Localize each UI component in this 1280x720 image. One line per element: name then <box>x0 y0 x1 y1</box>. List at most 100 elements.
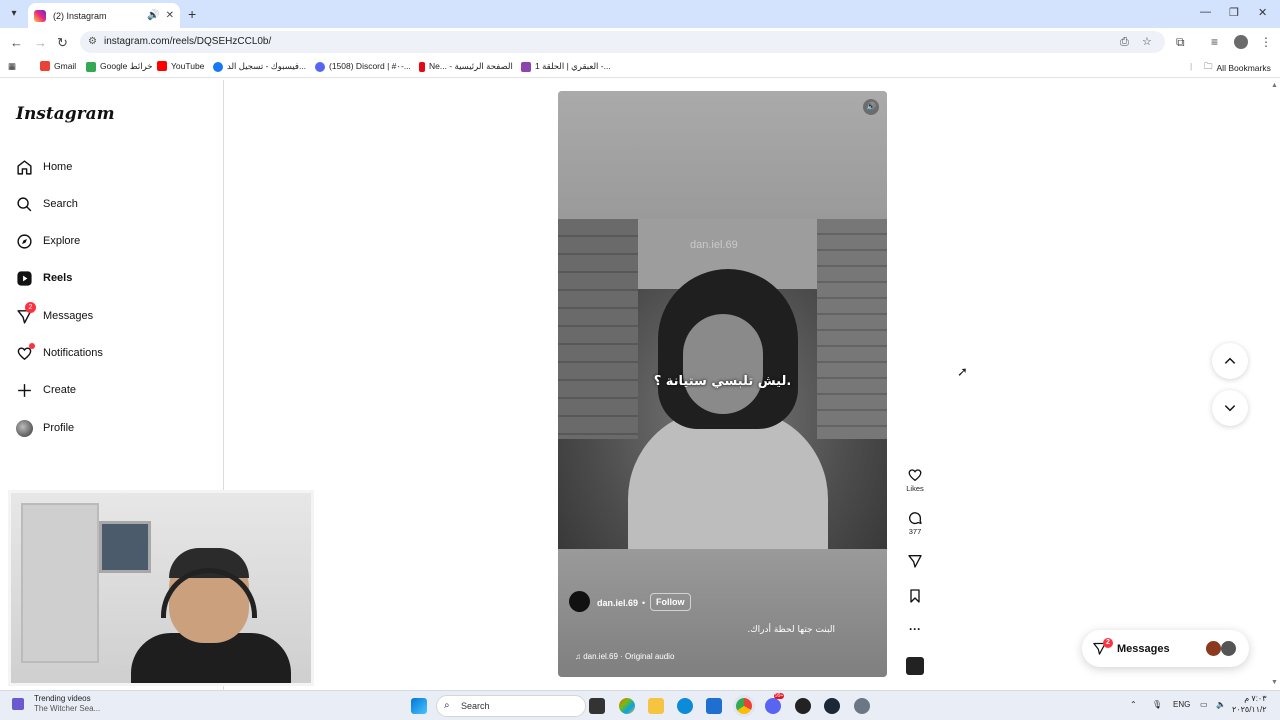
scroll-up-arrow-icon[interactable]: ▲ <box>1271 82 1278 89</box>
reel-audio[interactable]: ♫ dan.iel.69 · Original audio <box>575 652 674 661</box>
reel-video[interactable]: dan.iel.69 ليش تلبسي ستيانة ؟. <box>558 219 887 549</box>
windows-start-icon[interactable] <box>411 698 427 714</box>
address-bar-row: ← → ↻ ⚙ instagram.com/reels/DQSEHzCCL0b/… <box>0 28 1280 56</box>
bookmark-discord[interactable]: (1508) Discord | #٠-... <box>315 61 411 72</box>
webcam-overlay <box>8 490 314 686</box>
bookmarks-bar: ▦ Gmail Google خرائط YouTube فيسبوك - تس… <box>0 56 1280 78</box>
next-reel-button[interactable] <box>1212 390 1248 426</box>
chrome-icon[interactable] <box>736 698 752 714</box>
profile-avatar[interactable] <box>1234 35 1248 49</box>
settings-icon[interactable] <box>854 698 870 714</box>
tab-close-icon[interactable]: ✕ <box>166 10 174 21</box>
copilot-icon[interactable] <box>619 698 635 714</box>
store-icon[interactable] <box>706 698 722 714</box>
messages-pill[interactable]: 2 Messages <box>1082 630 1249 667</box>
scroll-down-arrow-icon[interactable]: ▼ <box>1271 679 1278 686</box>
bookmark-google-maps[interactable]: Google خرائط <box>86 61 153 72</box>
share-button[interactable] <box>905 553 925 569</box>
avatar <box>1221 641 1236 656</box>
nav-profile[interactable]: Profile <box>16 418 74 438</box>
back-button[interactable]: ← <box>10 35 23 50</box>
bookmark-star-icon[interactable]: ☆ <box>1142 31 1152 53</box>
taskbar-search[interactable]: ⌕ Search <box>436 695 586 717</box>
nav-messages[interactable]: 2 Messages <box>16 301 93 326</box>
messages-pill-label: Messages <box>1117 642 1170 655</box>
menu-icon[interactable]: ⋮ <box>1260 35 1272 49</box>
nav-explore[interactable]: Explore <box>16 231 80 251</box>
discord-icon <box>315 61 325 72</box>
previous-reel-button[interactable] <box>1212 343 1248 379</box>
reel-player[interactable]: 🔊 dan.iel.69 ليش تلبسي ستيانة ؟. dan.iel… <box>558 91 887 677</box>
send-icon <box>908 555 922 568</box>
reel-caption[interactable]: البنت جتها لحظة أدراك. <box>747 625 835 635</box>
nav-reels[interactable]: Reels <box>16 268 72 288</box>
tray-chevron-icon[interactable]: ⌃ <box>1130 700 1137 709</box>
volume-icon[interactable]: 🔊 <box>863 99 879 115</box>
network-icon[interactable]: ▭ <box>1200 700 1208 709</box>
bookmark-gmail[interactable]: Gmail <box>40 61 76 71</box>
bookmark-episode[interactable]: العبقري | الحلقة 1 -... <box>521 61 611 72</box>
audio-thumbnail[interactable] <box>906 657 924 675</box>
edge-icon[interactable] <box>677 698 693 714</box>
extensions-icon[interactable]: ⧉ <box>1176 35 1185 50</box>
reel-author-avatar[interactable] <box>569 591 590 612</box>
nav-reels-label: Reels <box>43 272 73 284</box>
url-text: instagram.com/reels/DQSEHzCCL0b/ <box>104 36 272 47</box>
install-app-icon[interactable]: ⎙ <box>1120 31 1129 53</box>
follow-button[interactable]: Follow <box>650 593 691 611</box>
restore-button[interactable]: ❐ <box>1229 6 1239 19</box>
new-tab-button[interactable]: + <box>188 6 196 22</box>
bookmark-netflix[interactable]: Ne... - الصفحة الرئيسية <box>419 61 513 72</box>
bookmark-youtube[interactable]: YouTube <box>157 61 204 71</box>
nav-notifications[interactable]: Notifications <box>16 342 103 363</box>
tab-search-icon[interactable]: ▾ <box>6 6 22 22</box>
windows-taskbar: Trending videos The Witcher Sea... ⌕ Sea… <box>0 690 1280 720</box>
save-button[interactable] <box>905 588 925 604</box>
news-widget[interactable]: Trending videos The Witcher Sea... <box>12 694 100 714</box>
system-clock[interactable]: ٧:٠٣ م ٢٠٢٥/١١/٢ <box>1232 693 1267 715</box>
news-subtitle: The Witcher Sea... <box>34 704 101 713</box>
nav-search[interactable]: Search <box>16 194 78 214</box>
video-watermark: dan.iel.69 <box>690 239 738 251</box>
chevron-up-icon <box>1224 357 1236 364</box>
messages-badge: 2 <box>25 301 36 313</box>
streamer <box>131 548 291 683</box>
site-info-icon[interactable]: ⚙ <box>88 31 97 53</box>
minimize-button[interactable]: — <box>1200 6 1211 18</box>
wall-picture <box>99 521 151 573</box>
file-explorer-icon[interactable] <box>648 698 664 714</box>
language-indicator[interactable]: ENG <box>1173 700 1190 709</box>
like-button[interactable]: Likes <box>905 467 925 493</box>
all-bookmarks-button[interactable]: 🗀 All Bookmarks <box>1204 61 1271 75</box>
app-icon[interactable] <box>795 698 811 714</box>
reload-button[interactable]: ↻ <box>57 35 68 51</box>
forward-button[interactable]: → <box>34 35 47 50</box>
browser-tab[interactable]: (2) Instagram 🔊 ✕ <box>28 3 180 28</box>
tab-title: (2) Instagram <box>53 10 107 21</box>
nav-create[interactable]: Create <box>16 380 76 400</box>
tab-audio-icon[interactable]: 🔊 <box>147 10 159 21</box>
url-field[interactable]: ⚙ instagram.com/reels/DQSEHzCCL0b/ ⎙ ☆ <box>80 31 1165 53</box>
video-subtitle: ليش تلبسي ستيانة ؟. <box>653 374 792 389</box>
task-view-icon[interactable] <box>589 698 605 714</box>
apps-grid-icon[interactable]: ▦ <box>8 61 16 72</box>
search-icon: ⌕ <box>444 700 450 711</box>
comment-button[interactable]: 377 <box>905 510 925 536</box>
instagram-favicon-icon <box>34 9 46 22</box>
nav-home[interactable]: Home <box>16 157 72 177</box>
microphone-icon[interactable]: 🎙 <box>1152 700 1162 709</box>
instagram-logo[interactable]: Instagram <box>16 104 115 124</box>
speaker-icon[interactable]: 🔈 <box>1216 700 1226 709</box>
more-options-icon[interactable]: ··· <box>905 622 925 636</box>
nav-explore-label: Explore <box>43 235 81 247</box>
discord-icon[interactable]: 99+ <box>765 693 785 714</box>
bookmark-facebook[interactable]: فيسبوك - تسجيل الد... <box>213 61 306 72</box>
news-title: Trending videos <box>34 694 91 703</box>
reel-username[interactable]: dan.iel.69 <box>597 598 638 608</box>
steam-icon[interactable] <box>824 698 840 714</box>
close-window-button[interactable]: ✕ <box>1258 6 1267 19</box>
music-note-icon: ♫ <box>575 652 584 661</box>
media-controls-icon[interactable]: ≡ <box>1211 35 1218 49</box>
avatar <box>1206 641 1221 656</box>
home-icon <box>17 159 32 175</box>
